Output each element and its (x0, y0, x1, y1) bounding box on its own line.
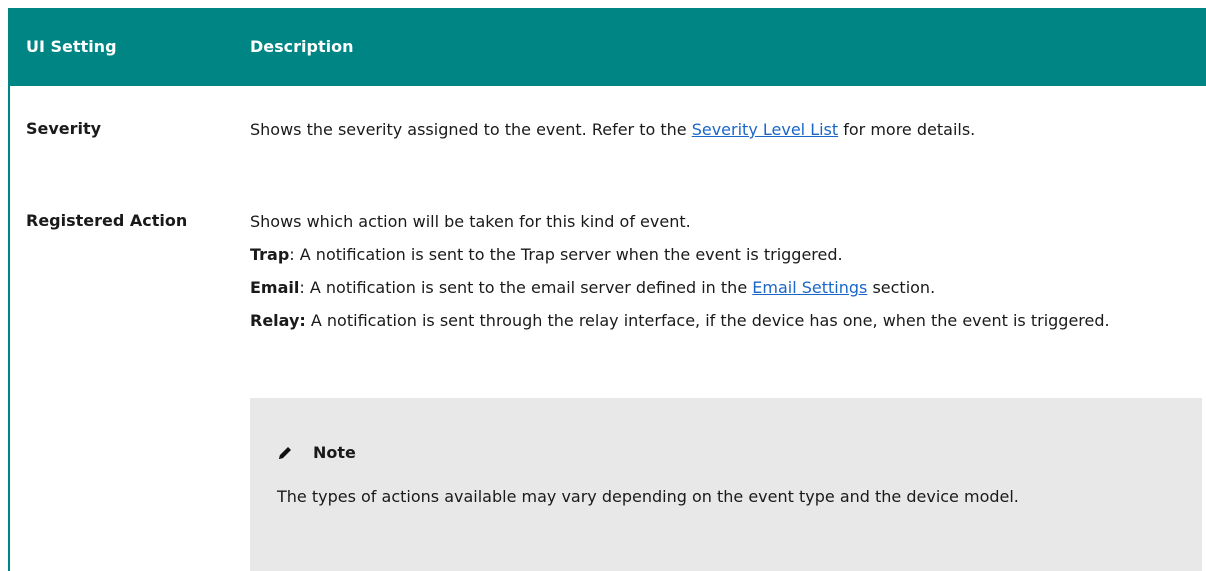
setting-name: Severity (26, 119, 102, 138)
note-header: Note (277, 443, 356, 462)
action-trap: Trap: A notification is sent to the Trap… (250, 244, 1200, 265)
action-text: : A notification is sent to the email se… (299, 278, 753, 297)
severity-level-list-link[interactable]: Severity Level List (692, 120, 838, 139)
header-description: Description (250, 37, 354, 56)
note-box: Note The types of actions available may … (250, 398, 1202, 571)
document-page: UI Setting Description Severity Shows th… (0, 0, 1206, 571)
setting-description: Shows the severity assigned to the event… (250, 119, 1200, 140)
action-relay: Relay: A notification is sent through th… (250, 310, 1200, 331)
email-settings-link[interactable]: Email Settings (752, 278, 867, 297)
action-term: Email (250, 278, 300, 297)
action-text: A notification is sent through the relay… (305, 311, 1110, 330)
note-title: Note (313, 443, 356, 462)
table-header: UI Setting Description (10, 8, 1206, 86)
action-email: Email: A notification is sent to the ema… (250, 277, 1200, 298)
settings-table: UI Setting Description Severity Shows th… (8, 8, 1206, 571)
description-text: Shows the severity assigned to the event… (250, 120, 692, 139)
description-text: for more details. (838, 120, 976, 139)
table-row: Severity Shows the severity assigned to … (10, 86, 1206, 209)
description-intro: Shows which action will be taken for thi… (250, 212, 691, 231)
action-term: Relay: (250, 311, 306, 330)
action-term: Trap (250, 245, 290, 264)
setting-description: Shows which action will be taken for thi… (250, 211, 1200, 343)
pencil-icon (279, 446, 291, 459)
note-body: The types of actions available may vary … (277, 487, 1019, 506)
header-ui-setting: UI Setting (26, 37, 117, 56)
action-text: section. (867, 278, 936, 297)
setting-name: Registered Action (26, 211, 188, 230)
action-text: : A notification is sent to the Trap ser… (289, 245, 843, 264)
